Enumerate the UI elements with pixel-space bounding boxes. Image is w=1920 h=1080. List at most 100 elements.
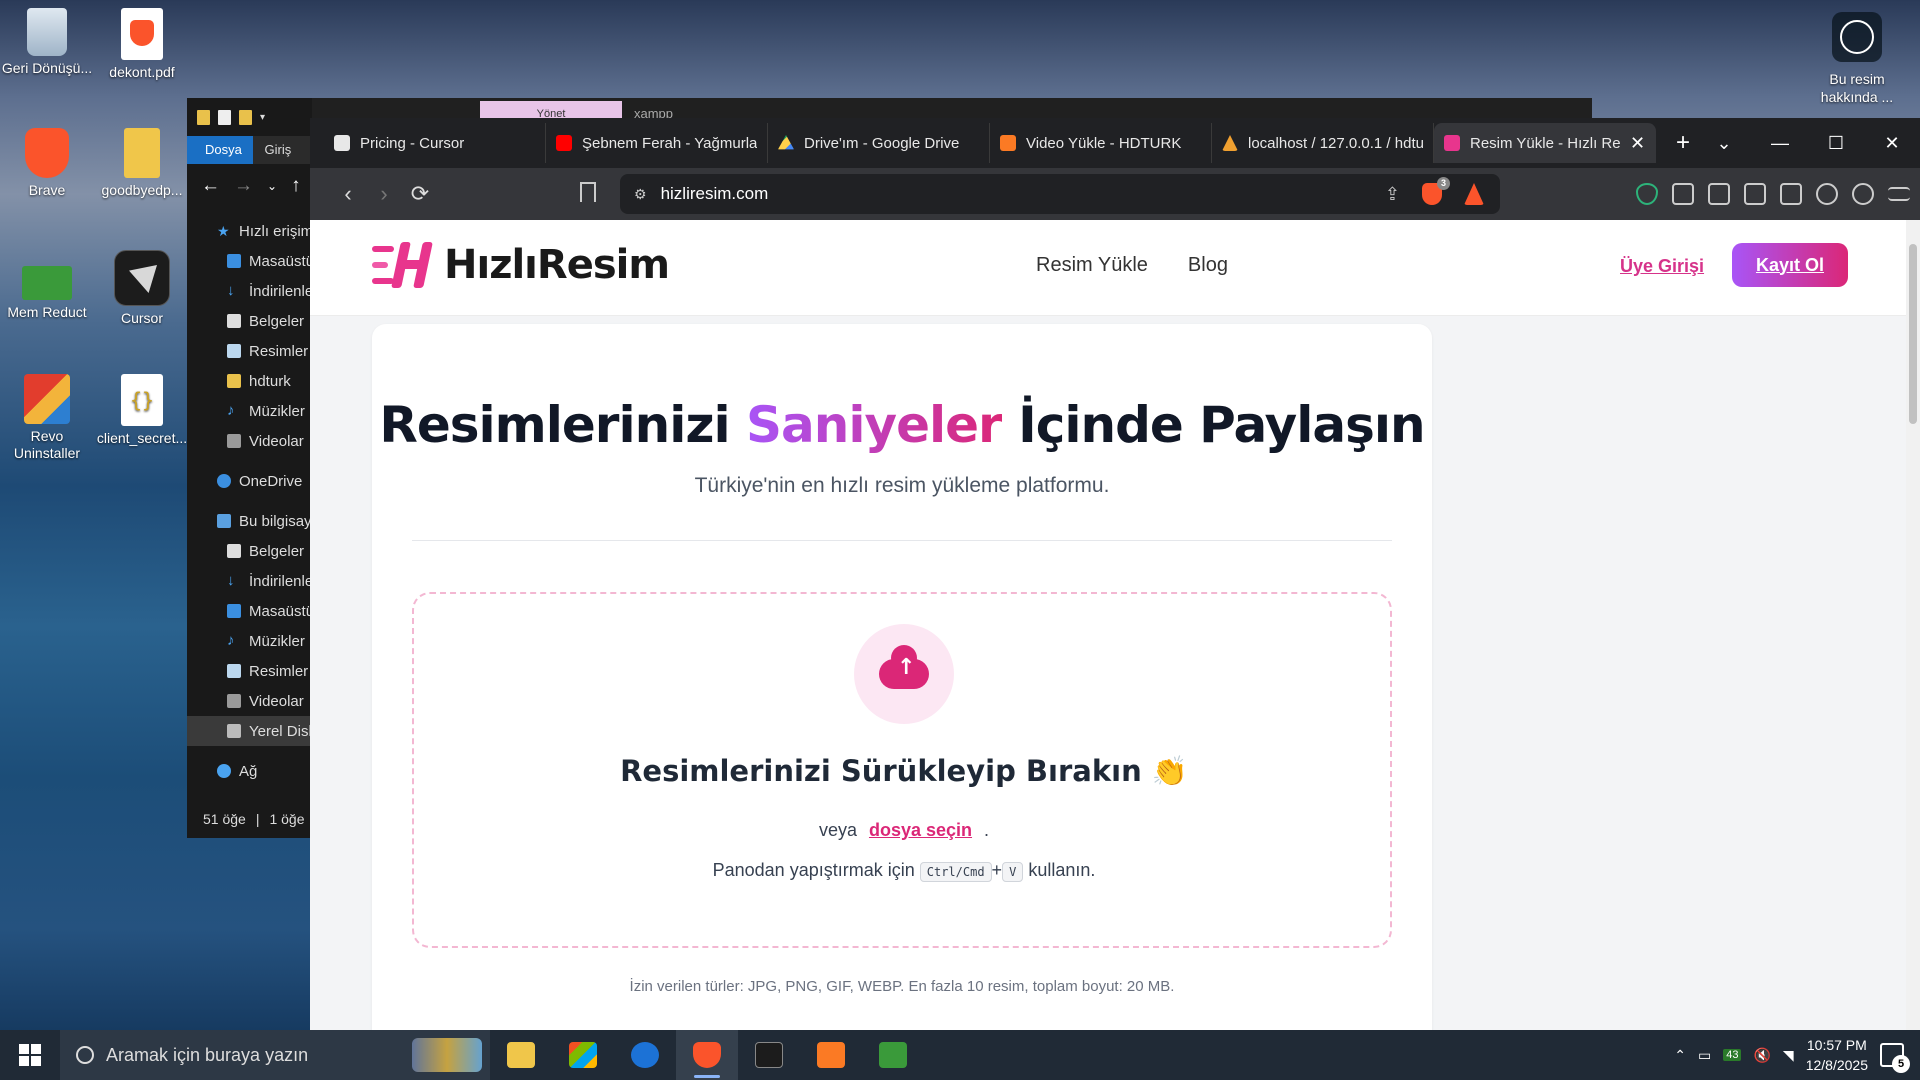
nav-pc-music[interactable]: ♪ Müzikler <box>187 626 312 656</box>
chevron-down-icon[interactable]: ⌄ <box>267 179 277 193</box>
tab-phpmyadmin[interactable]: localhost / 127.0.0.1 / hdturk <box>1212 123 1434 163</box>
nav-pc-videos[interactable]: Videolar <box>187 686 312 716</box>
nav-network[interactable]: Ağ <box>187 756 312 786</box>
music-icon: ♪ <box>227 632 235 649</box>
xampp-window[interactable]: Yönet xampp <box>310 98 1592 121</box>
nav-item-videos[interactable]: Videolar <box>187 426 312 456</box>
upload-circle[interactable] <box>854 624 954 724</box>
nav-item-downloads[interactable]: ↓ İndirilenler <box>187 276 312 306</box>
tab-pricing-cursor[interactable]: Pricing - Cursor <box>324 123 546 163</box>
choose-file-link[interactable]: dosya seçin <box>869 820 972 840</box>
taskbar-microsoft-store[interactable] <box>552 1030 614 1080</box>
site-logo[interactable]: HızlıResim <box>372 240 670 290</box>
nav-this-pc[interactable]: Bu bilgisayar <box>187 506 312 536</box>
battery-icon[interactable]: ▭ <box>1698 1047 1711 1064</box>
desktop-icon-client-secret[interactable]: {} client_secret... <box>95 374 189 447</box>
search-highlight-image <box>412 1038 482 1072</box>
desktop-icon-revo-uninstaller[interactable]: Revo Uninstaller <box>0 374 94 462</box>
extension-shield-icon[interactable] <box>1636 183 1658 205</box>
desktop-icon-recycle-bin[interactable]: Geri Dönüşü... <box>0 8 94 77</box>
extensions-puzzle-icon[interactable] <box>1672 183 1694 205</box>
about-wallpaper-icon-button[interactable]: Bu resim hakkında ... <box>1812 12 1902 106</box>
nav-item-pictures[interactable]: Resimler <box>187 336 312 366</box>
scrollbar-thumb[interactable] <box>1909 244 1917 424</box>
desktop-icon-cursor[interactable]: Cursor <box>95 250 189 327</box>
tab-youtube[interactable]: Şebnem Ferah - Yağmurlar <box>546 123 768 163</box>
nav-item-hdturk[interactable]: hdturk <box>187 366 312 396</box>
tab-search-icon[interactable]: ⌄ <box>1696 118 1752 168</box>
wallet-icon[interactable] <box>1780 183 1802 205</box>
url-text[interactable]: hizliresim.com <box>661 184 769 204</box>
nav-pc-downloads[interactable]: ↓ İndirilenler <box>187 566 312 596</box>
site-settings-icon[interactable]: ⚙ <box>634 186 647 203</box>
taskbar-file-explorer[interactable] <box>490 1030 552 1080</box>
download-icon: ↓ <box>227 282 235 299</box>
taskbar-brave[interactable] <box>676 1030 738 1080</box>
nav-pc-desktop[interactable]: Masaüstü <box>187 596 312 626</box>
tab-hizliresim[interactable]: Resim Yükle - Hızlı Resim✕ <box>1434 123 1656 163</box>
nav-pc-pictures[interactable]: Resimler <box>187 656 312 686</box>
menu-icon[interactable] <box>1888 187 1910 201</box>
nav-onedrive[interactable]: OneDrive <box>187 466 312 496</box>
address-bar[interactable]: ⚙ hizliresim.com ⇪ 3 1 <box>620 174 1500 214</box>
nav-pc-documents[interactable]: Belgeler <box>187 536 312 566</box>
taskbar-cursor[interactable] <box>738 1030 800 1080</box>
start-button[interactable] <box>0 1030 60 1080</box>
taskbar-mem-reduct[interactable] <box>862 1030 924 1080</box>
folder-icon[interactable] <box>197 109 210 125</box>
nav-item-documents[interactable]: Belgeler <box>187 306 312 336</box>
desktop-icon-dekont-pdf[interactable]: dekont.pdf <box>95 8 189 81</box>
up-arrow-icon[interactable]: ↑ <box>291 175 301 197</box>
tab-google-drive[interactable]: Drive'ım - Google Drive <box>768 123 990 163</box>
upload-dropzone[interactable]: Resimlerinizi Sürükleyip Bırakın 👏 veyad… <box>412 592 1392 948</box>
ribbon-tab-home[interactable]: Giriş <box>253 136 313 164</box>
forward-arrow-icon[interactable]: → <box>234 175 253 197</box>
taskbar-xampp[interactable] <box>800 1030 862 1080</box>
wifi-icon[interactable]: ◥ <box>1783 1047 1794 1064</box>
new-tab-button[interactable]: + <box>1676 129 1690 157</box>
brave-rewards-icon[interactable]: 1 <box>1464 183 1484 205</box>
page-viewport[interactable]: HızlıResim Resim Yükle Blog Üye Girişi K… <box>310 220 1920 1030</box>
desktop-icon-goodbyedp[interactable]: goodbyedp... <box>95 128 189 199</box>
bookmark-icon[interactable] <box>580 182 596 202</box>
back-arrow-icon[interactable]: ← <box>201 175 220 197</box>
signup-button[interactable]: Kayıt Ol <box>1732 243 1848 287</box>
chevron-up-icon[interactable]: ⌃ <box>1674 1047 1686 1064</box>
vpn-icon[interactable] <box>1852 183 1874 205</box>
close-window-icon[interactable]: ✕ <box>1864 118 1920 168</box>
ribbon-tab-file[interactable]: Dosya <box>187 136 253 164</box>
share-icon[interactable]: ⇪ <box>1385 184 1400 205</box>
taskbar-search[interactable]: Aramak için buraya yazın <box>60 1030 490 1080</box>
cloud-icon <box>217 474 231 488</box>
chevron-down-icon[interactable]: ▾ <box>260 112 265 123</box>
desktop-icon-mem-reduct[interactable]: Mem Reduct <box>0 250 94 321</box>
nav-item-music[interactable]: ♪ Müzikler <box>187 396 312 426</box>
brave-shields-icon[interactable]: 3 <box>1422 177 1450 205</box>
forward-icon[interactable]: › <box>366 181 402 207</box>
new-folder-icon[interactable] <box>239 109 252 125</box>
sidebar-icon[interactable] <box>1744 183 1766 205</box>
page-scrollbar[interactable] <box>1906 220 1920 1030</box>
taskbar-mail[interactable] <box>614 1030 676 1080</box>
desktop-icon-brave[interactable]: Brave <box>0 128 94 199</box>
close-tab-icon[interactable]: ✕ <box>1630 133 1646 154</box>
nav-quick-access[interactable]: ★ Hızlı erişim <box>187 216 312 246</box>
screenshot-icon[interactable] <box>1708 183 1730 205</box>
file-explorer-window[interactable]: ▾ Dosya Giriş ← → ⌄ ↑ ★ Hızlı erişim Masa… <box>187 98 312 838</box>
back-icon[interactable]: ‹ <box>330 181 366 207</box>
volume-muted-icon[interactable]: 🔇 <box>1753 1047 1770 1064</box>
nav-blog[interactable]: Blog <box>1188 254 1228 277</box>
clock[interactable]: 10:57 PM 12/8/2025 <box>1806 1035 1868 1075</box>
notification-center-icon[interactable]: 5 <box>1880 1043 1910 1073</box>
tab-hdturk[interactable]: Video Yükle - HDTURK <box>990 123 1212 163</box>
leo-ai-icon[interactable] <box>1816 183 1838 205</box>
nav-pc-local-disk[interactable]: Yerel Disk <box>187 716 312 746</box>
reload-icon[interactable]: ⟳ <box>402 181 438 207</box>
maximize-icon[interactable]: ☐ <box>1808 118 1864 168</box>
minimize-icon[interactable]: — <box>1752 118 1808 168</box>
nav-upload-image[interactable]: Resim Yükle <box>1036 254 1148 277</box>
nav-item-desktop[interactable]: Masaüstü <box>187 246 312 276</box>
properties-icon[interactable] <box>218 109 231 125</box>
browser-window[interactable]: Pricing - Cursor Şebnem Ferah - Yağmurla… <box>310 118 1920 1030</box>
login-link[interactable]: Üye Girişi <box>1620 256 1704 277</box>
